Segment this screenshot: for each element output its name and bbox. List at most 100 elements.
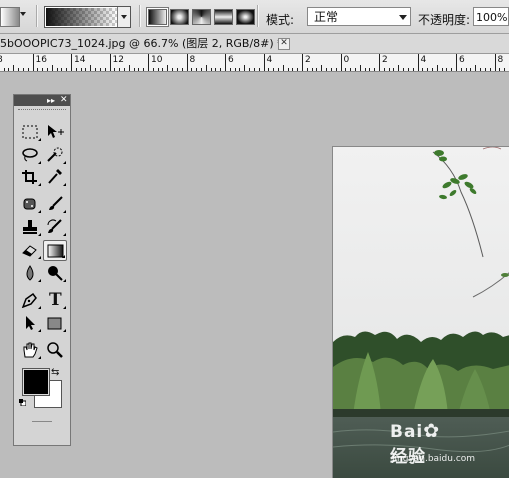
- opacity-label: 不透明度:: [418, 11, 470, 28]
- ruler-minor-tick: [249, 68, 250, 71]
- ruler-minor-tick: [23, 68, 24, 71]
- tool-preset-dropdown-icon[interactable]: [20, 12, 26, 16]
- quick-selection-tool-icon[interactable]: [43, 145, 67, 166]
- ruler-minor-tick: [13, 65, 14, 71]
- path-selection-tool-icon[interactable]: [18, 313, 42, 334]
- ruler-minor-tick: [360, 65, 361, 71]
- ruler-minor-tick: [499, 68, 500, 71]
- spot-healing-tool-icon[interactable]: [18, 194, 42, 215]
- panel-divider: [32, 421, 52, 422]
- move-tool-icon[interactable]: [43, 122, 67, 143]
- gradient-tool-icon[interactable]: [43, 240, 67, 261]
- history-brush-tool-icon[interactable]: [43, 217, 67, 238]
- ruler-minor-tick: [292, 68, 293, 71]
- ruler-minor-tick: [18, 68, 19, 71]
- gradient-preview[interactable]: [46, 8, 117, 26]
- ruler-minor-tick: [90, 65, 91, 71]
- ruler-minor-tick: [365, 68, 366, 71]
- close-icon[interactable]: ✕: [278, 38, 290, 50]
- reflected-gradient-icon[interactable]: [214, 9, 233, 25]
- ruler-minor-tick: [442, 68, 443, 71]
- tools-panel-header[interactable]: ▸▸ ✕: [14, 95, 70, 106]
- collapse-icon[interactable]: ▸▸: [47, 96, 55, 105]
- ruler-label: 2: [382, 55, 388, 65]
- watermark-url: jingyan.baidu.com: [392, 454, 475, 464]
- ruler-minor-tick: [162, 68, 163, 71]
- ruler-minor-tick: [215, 68, 216, 71]
- ruler-label: 16: [36, 55, 47, 65]
- gradient-dropdown-button[interactable]: [117, 7, 130, 27]
- ruler-minor-tick: [413, 68, 414, 71]
- ruler-major-tick: [495, 54, 496, 71]
- gradient-picker[interactable]: [44, 6, 131, 28]
- brush-tool-icon[interactable]: [43, 194, 67, 215]
- lasso-tool-icon[interactable]: [18, 145, 42, 166]
- options-divider: [257, 5, 259, 27]
- marquee-tool-icon[interactable]: [18, 122, 42, 143]
- ruler-major-tick: [148, 54, 149, 71]
- eraser-tool-icon[interactable]: [18, 240, 42, 261]
- paw-icon: ✿: [423, 420, 440, 442]
- ruler-label: 0: [344, 55, 350, 65]
- ruler-minor-tick: [95, 68, 96, 71]
- clone-stamp-tool-icon[interactable]: [18, 217, 42, 238]
- ruler-minor-tick: [316, 68, 317, 71]
- crop-tool-icon[interactable]: [18, 167, 42, 188]
- ruler-label: 8: [498, 55, 504, 65]
- ruler-minor-tick: [206, 65, 207, 71]
- ruler-major-tick: [225, 54, 226, 71]
- options-divider: [36, 5, 38, 27]
- ruler-minor-tick: [105, 68, 106, 71]
- ruler-major-tick: [187, 54, 188, 71]
- mode-label: 模式:: [266, 11, 294, 28]
- ruler-label: 10: [151, 55, 162, 65]
- diamond-gradient-icon[interactable]: [236, 9, 255, 25]
- opacity-input[interactable]: 100%: [473, 7, 509, 26]
- ruler-major-tick: [302, 54, 303, 71]
- document-tab[interactable]: 5bOOOPIC73_1024.jpg @ 66.7% (图层 2, RGB/8…: [0, 34, 283, 53]
- gradient-tool-icon[interactable]: [0, 7, 20, 27]
- ruler-minor-tick: [432, 68, 433, 71]
- mode-select[interactable]: 正常: [307, 7, 411, 26]
- document-title: 5bOOOPIC73_1024.jpg @ 66.7% (图层 2, RGB/8…: [0, 37, 283, 50]
- ruler-minor-tick: [124, 68, 125, 71]
- ruler-minor-tick: [239, 68, 240, 71]
- dodge-tool-icon[interactable]: [43, 263, 67, 284]
- ruler-label: 4: [267, 55, 273, 65]
- rectangle-tool-icon[interactable]: [43, 313, 67, 334]
- hand-tool-icon[interactable]: [18, 340, 42, 361]
- ruler-minor-tick: [466, 68, 467, 71]
- ruler-minor-tick: [172, 68, 173, 71]
- zoom-tool-icon[interactable]: [43, 340, 67, 361]
- swap-colors-icon[interactable]: ⇆: [51, 367, 59, 378]
- linear-gradient-icon[interactable]: [148, 9, 167, 25]
- ruler-label: 12: [113, 55, 124, 65]
- pen-tool-icon[interactable]: [18, 290, 42, 311]
- ruler-minor-tick: [480, 68, 481, 71]
- foreground-color-swatch[interactable]: [23, 369, 49, 395]
- ruler-minor-tick: [85, 68, 86, 71]
- panel-grip[interactable]: [18, 109, 66, 112]
- ruler-minor-tick: [369, 68, 370, 71]
- angle-gradient-icon[interactable]: [192, 9, 211, 25]
- ruler-minor-tick: [230, 68, 231, 71]
- ruler-minor-tick: [268, 68, 269, 71]
- default-colors-icon[interactable]: [19, 399, 26, 406]
- eyedropper-tool-icon[interactable]: [43, 167, 67, 188]
- ruler-minor-tick: [331, 68, 332, 71]
- ruler-minor-tick: [326, 68, 327, 71]
- ruler-label: 6: [228, 55, 234, 65]
- ruler-minor-tick: [288, 68, 289, 71]
- ruler-major-tick: [110, 54, 111, 71]
- ruler-minor-tick: [389, 68, 390, 71]
- type-tool-icon[interactable]: T: [43, 290, 67, 311]
- ruler-minor-tick: [81, 68, 82, 71]
- ruler-minor-tick: [461, 68, 462, 71]
- ruler-minor-tick: [312, 68, 313, 71]
- ruler-minor-tick: [42, 68, 43, 71]
- ruler-minor-tick: [61, 68, 62, 71]
- blur-tool-icon[interactable]: [18, 263, 42, 284]
- ruler-minor-tick: [28, 68, 29, 71]
- radial-gradient-icon[interactable]: [170, 9, 189, 25]
- close-icon[interactable]: ✕: [60, 95, 68, 106]
